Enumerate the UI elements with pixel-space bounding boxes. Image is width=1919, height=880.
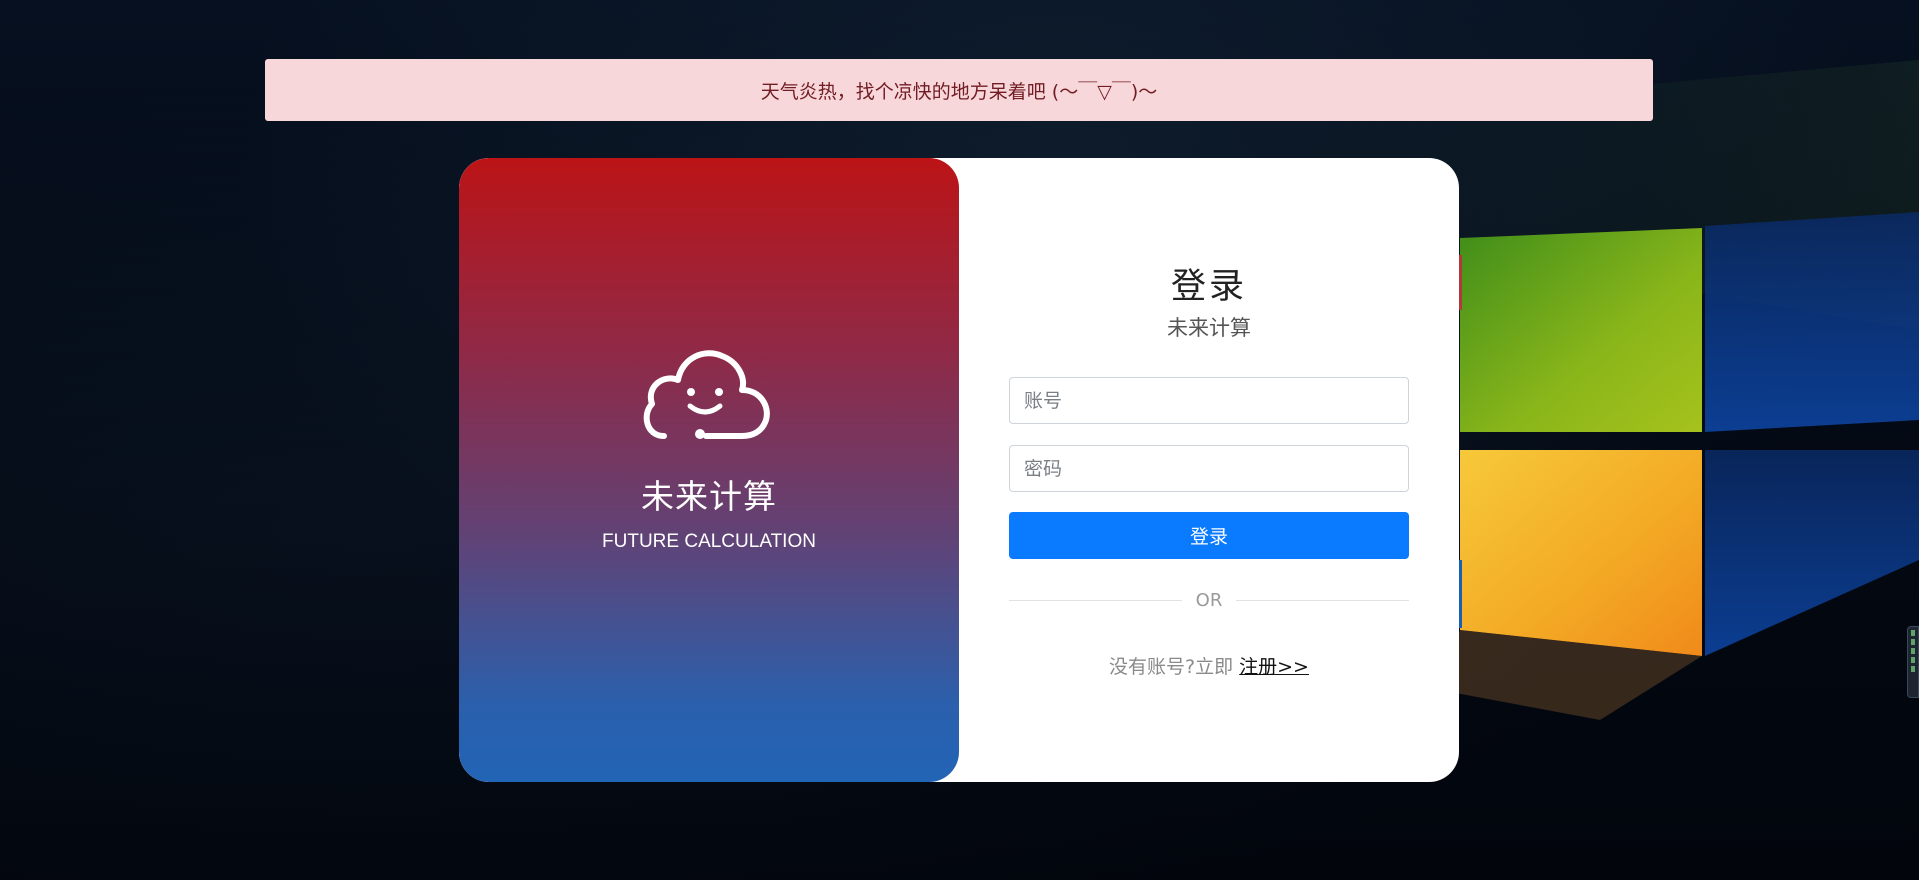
brand-tagline: FUTURE CALCULATION	[602, 531, 816, 552]
widget-bar-icon	[1911, 630, 1915, 636]
widget-bar-icon	[1911, 657, 1915, 663]
login-form-panel: 登录 未来计算 登录 OR 没有账号?立即 注册>>	[959, 158, 1459, 782]
cloud-smile-icon	[643, 350, 770, 439]
or-divider: OR	[1009, 588, 1409, 612]
register-row: 没有账号?立即 注册>>	[959, 652, 1459, 679]
password-input[interactable]	[1009, 445, 1409, 492]
brand-panel: 未来计算 FUTURE CALCULATION	[459, 158, 959, 782]
login-button[interactable]: 登录	[1009, 512, 1409, 559]
brand-name: 未来计算	[641, 477, 777, 516]
register-prompt: 没有账号?立即	[1109, 656, 1240, 678]
login-subtitle: 未来计算	[1167, 316, 1251, 340]
widget-bar-icon	[1911, 639, 1915, 645]
divider-label: OR	[1195, 589, 1223, 611]
alert-message: 天气炎热，找个凉快的地方呆着吧 (～￣▽￣)～	[760, 80, 1158, 103]
login-card: 未来计算 FUTURE CALCULATION 登录 未来计算 登录 OR 没有…	[459, 158, 1459, 782]
widget-bar-icon	[1911, 648, 1915, 654]
divider-line-left	[1009, 599, 1182, 601]
widget-bar-icon	[1911, 666, 1915, 672]
divider-line-right	[1236, 599, 1409, 601]
login-title: 登录	[1170, 267, 1247, 307]
register-link[interactable]: 注册>>	[1239, 656, 1309, 678]
side-widget-handle[interactable]	[1907, 626, 1919, 698]
weather-alert: 天气炎热，找个凉快的地方呆着吧 (～￣▽￣)～	[265, 59, 1653, 121]
account-input[interactable]	[1009, 377, 1409, 424]
